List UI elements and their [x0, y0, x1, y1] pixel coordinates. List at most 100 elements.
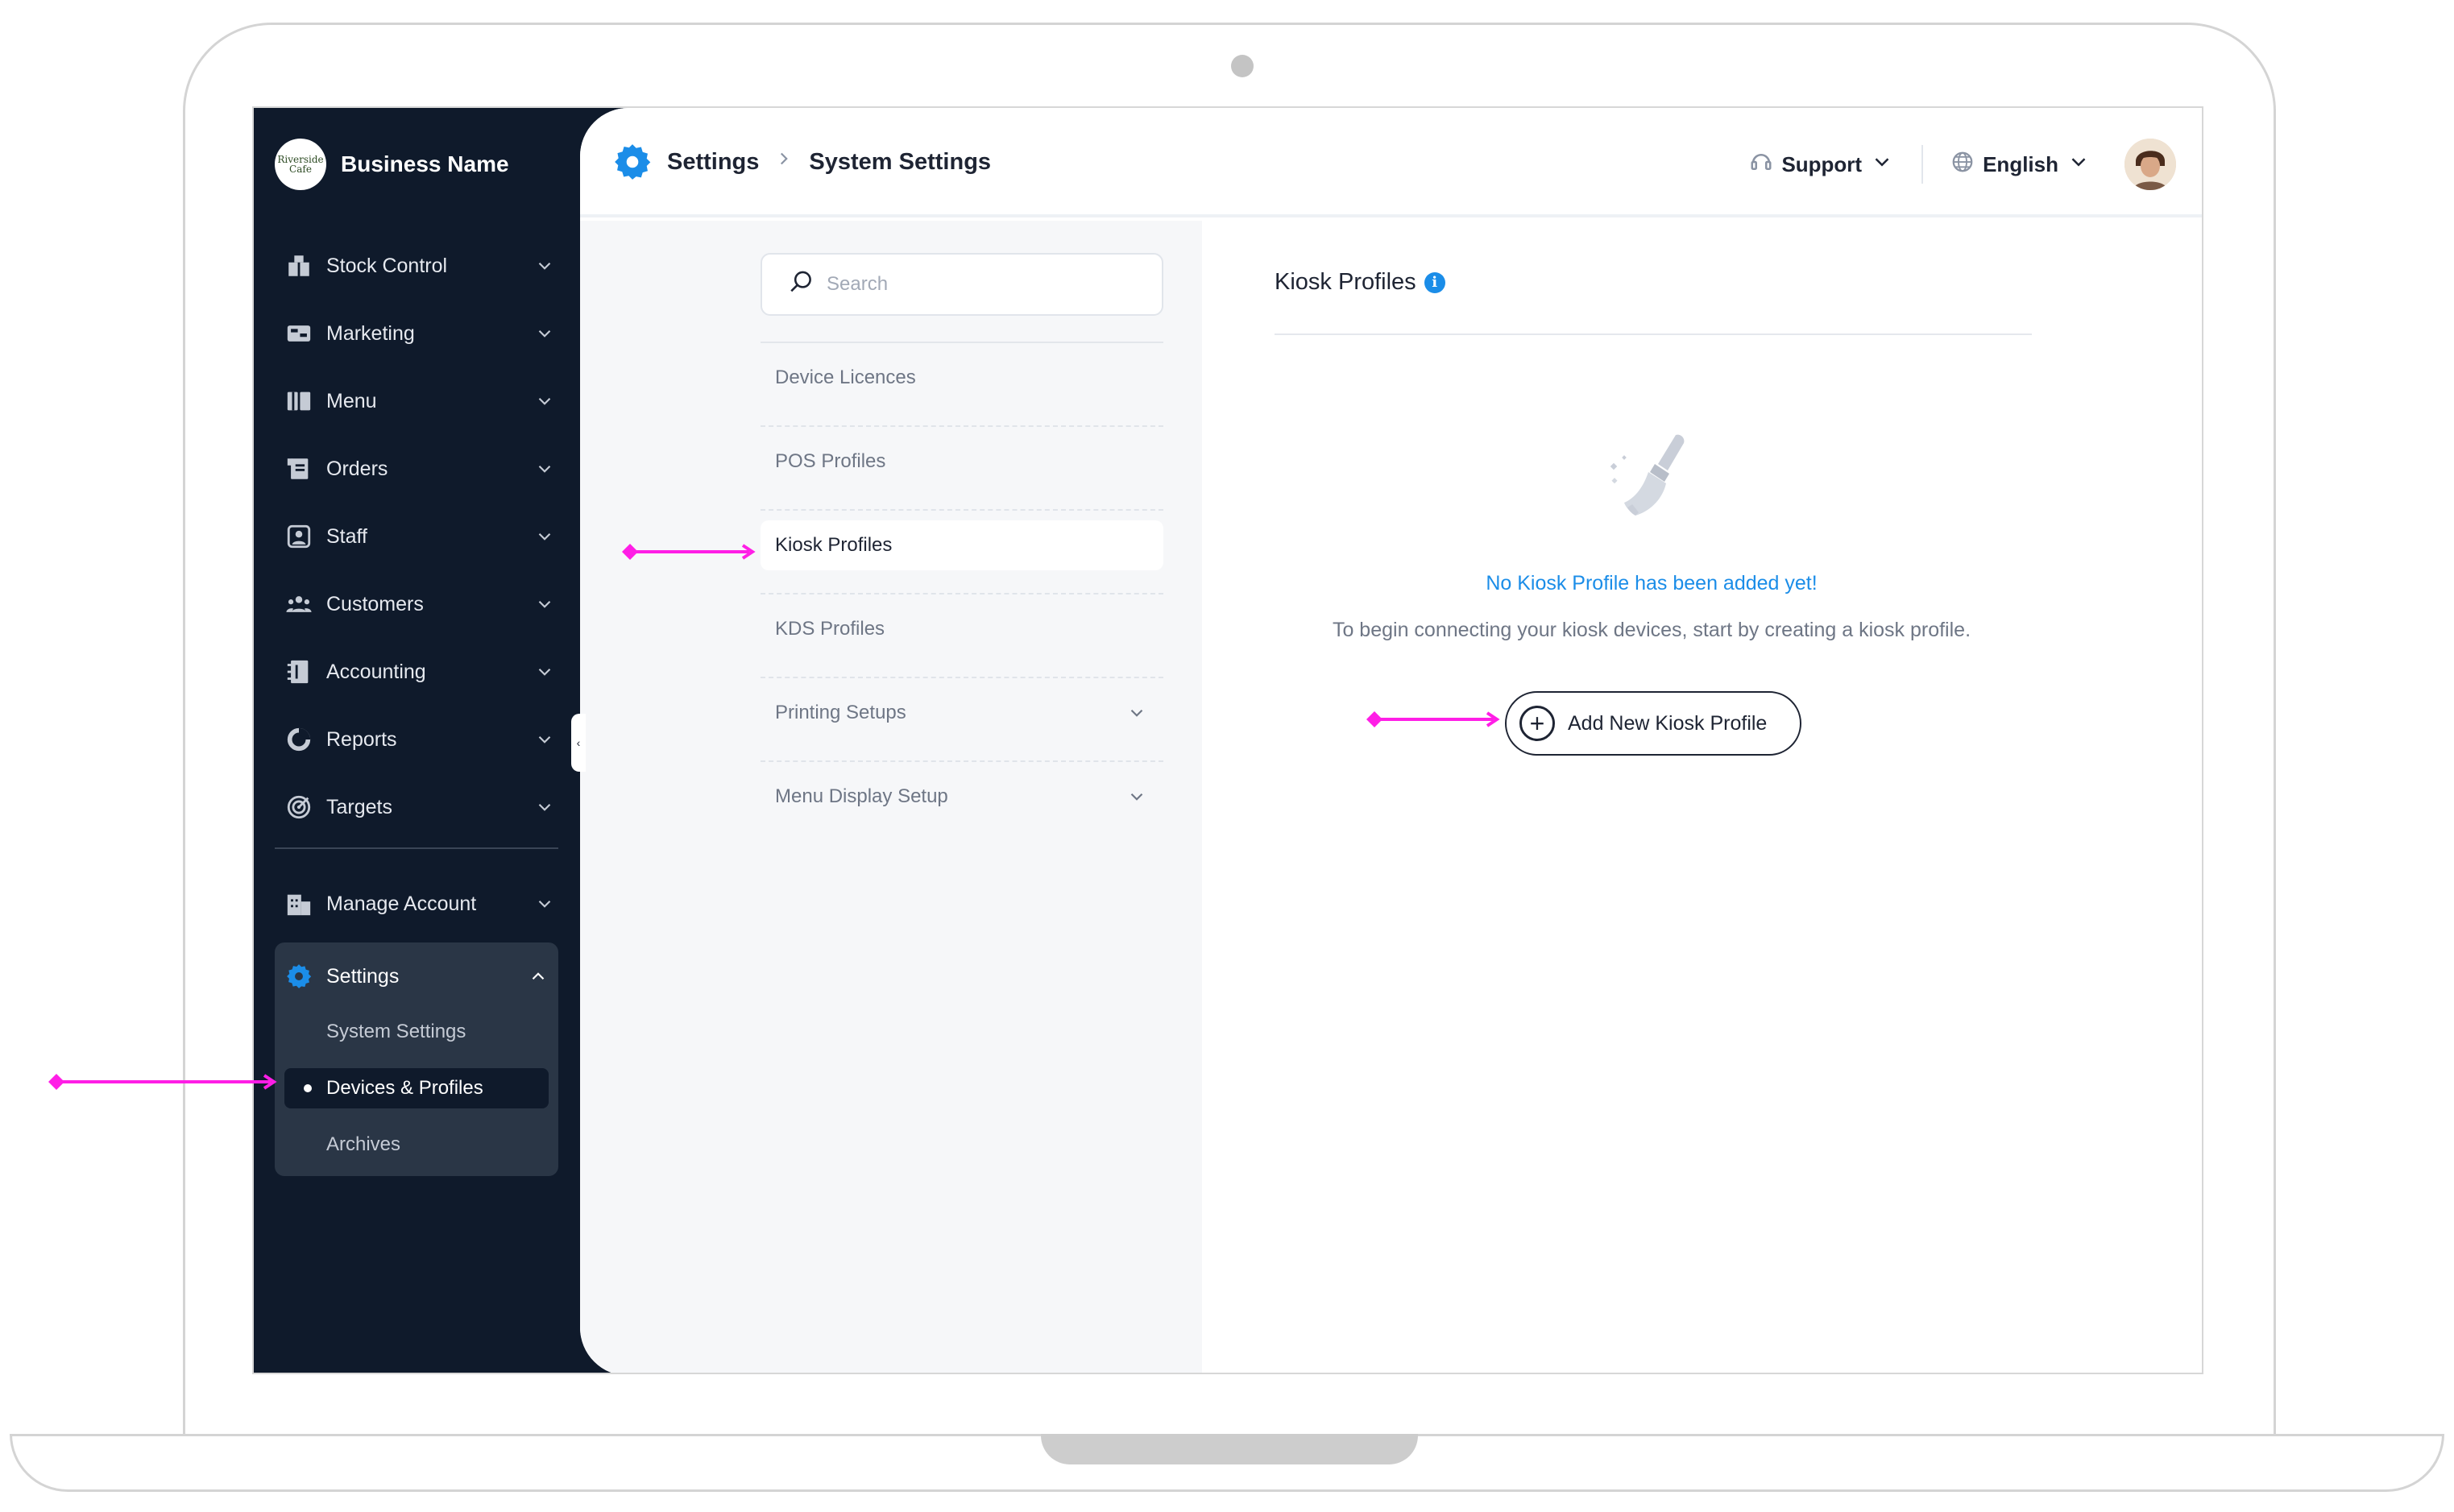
menu-item-menu-display-setup[interactable]: Menu Display Setup	[761, 772, 1163, 822]
chevron-up-icon	[528, 966, 549, 987]
breadcrumb-system-settings[interactable]: System Settings	[809, 149, 991, 176]
search-icon	[788, 268, 815, 301]
empty-state-title: No Kiosk Profile has been added yet!	[1486, 572, 1818, 594]
sidebar-item-label: Staff	[326, 524, 367, 548]
chevron-down-icon	[534, 893, 555, 914]
sidebar-item-menu[interactable]: Menu	[284, 367, 555, 435]
headset-icon	[1749, 150, 1773, 180]
sidebar-item-label: Menu	[326, 389, 377, 412]
sidebar-divider	[275, 847, 558, 849]
chevron-down-icon	[534, 661, 555, 682]
brand-logo-text: Riverside Cafe	[277, 154, 324, 175]
active-bullet	[304, 1084, 312, 1092]
orders-icon	[284, 454, 313, 483]
menu-item-label: Menu Display Setup	[775, 785, 948, 807]
sidebar-item-customers[interactable]: Customers	[284, 570, 555, 638]
chevron-down-icon	[1126, 786, 1147, 807]
menu-item-kds-profiles[interactable]: KDS Profiles	[761, 604, 1163, 654]
sidebar-item-stock-control[interactable]: Stock Control	[284, 232, 555, 300]
laptop-camera	[1231, 55, 1254, 77]
plus-circle-icon: +	[1519, 706, 1555, 741]
annotation-arrow-kiosk-profiles	[620, 542, 759, 561]
brand-logo: Riverside Cafe	[275, 139, 326, 190]
globe-icon	[1950, 150, 1975, 180]
sidebar-subitem-label: Devices & Profiles	[326, 1077, 483, 1099]
sidebar-item-targets[interactable]: Targets	[284, 773, 555, 841]
chevron-down-icon	[534, 323, 555, 344]
chevron-right-icon	[773, 148, 794, 176]
sidebar-nav-account: Manage Account	[284, 870, 555, 938]
menu-divider	[761, 677, 1163, 678]
language-selector[interactable]: English	[1950, 150, 2091, 180]
menu-item-label: Printing Setups	[775, 702, 906, 723]
menu-divider	[761, 509, 1163, 511]
search-input[interactable]: Search	[761, 253, 1163, 316]
sidebar: Riverside Cafe Business Name Stock Contr…	[254, 108, 584, 1373]
staff-icon	[284, 522, 313, 551]
support-label: Support	[1781, 151, 1863, 176]
broom-icon	[1605, 432, 1702, 520]
stock-control-icon	[284, 251, 313, 280]
sidebar-item-settings[interactable]: Settings	[284, 952, 549, 1000]
add-new-kiosk-profile-button[interactable]: + Add New Kiosk Profile	[1505, 691, 1801, 756]
breadcrumb-settings[interactable]: Settings	[667, 149, 759, 176]
accounting-icon	[284, 657, 313, 686]
content-area: Kiosk Profiles i No Kiosk Profile has be…	[1202, 221, 2202, 1373]
menu-item-pos-profiles[interactable]: POS Profiles	[761, 437, 1163, 487]
menu-item-kiosk-profiles[interactable]: Kiosk Profiles	[761, 520, 1163, 570]
sidebar-item-label: Customers	[326, 592, 424, 615]
chevron-down-icon	[534, 797, 555, 818]
building-icon	[284, 889, 313, 918]
customers-icon	[284, 590, 313, 619]
page-title: Kiosk Profiles i	[1275, 269, 1445, 296]
app-screen: Riverside Cafe Business Name Stock Contr…	[252, 106, 2203, 1374]
settings-menu-panel: Search Device Licences POS Profiles Kios…	[580, 221, 1202, 1373]
menu-divider	[761, 593, 1163, 594]
business-name: Business Name	[341, 151, 509, 176]
menu-item-printing-setups[interactable]: Printing Setups	[761, 688, 1163, 738]
reports-icon	[284, 725, 313, 754]
menu-divider	[761, 760, 1163, 762]
sidebar-item-label: Reports	[326, 727, 397, 751]
chevron-down-icon	[2066, 150, 2091, 180]
chevron-down-icon	[534, 458, 555, 479]
topbar-divider	[1921, 145, 1924, 184]
menu-book-icon	[284, 387, 313, 416]
chevron-down-icon	[1126, 702, 1147, 723]
sidebar-item-marketing[interactable]: Marketing	[284, 300, 555, 367]
sidebar-item-orders[interactable]: Orders	[284, 435, 555, 503]
gear-icon	[284, 962, 313, 991]
support-button[interactable]: Support	[1749, 150, 1894, 180]
info-icon[interactable]: i	[1424, 271, 1445, 293]
user-avatar[interactable]	[2124, 139, 2176, 190]
topbar-actions: Support English	[1749, 139, 2176, 190]
add-button-label: Add New Kiosk Profile	[1568, 711, 1768, 735]
sidebar-item-label: Orders	[326, 457, 388, 480]
sidebar-subitem-archives[interactable]: Archives	[284, 1125, 549, 1165]
sidebar-collapse-toggle[interactable]: ‹	[571, 714, 586, 772]
sidebar-item-manage-account[interactable]: Manage Account	[284, 870, 555, 938]
sidebar-item-accounting[interactable]: Accounting	[284, 638, 555, 706]
settings-group: Settings System Settings Devices & Profi…	[275, 942, 558, 1176]
breadcrumb: Settings System Settings	[612, 142, 991, 182]
chevron-down-icon	[1870, 150, 1894, 180]
page-title-text: Kiosk Profiles	[1275, 269, 1416, 295]
sidebar-subitem-devices-profiles[interactable]: Devices & Profiles	[284, 1068, 549, 1108]
laptop-notch	[1041, 1434, 1418, 1464]
empty-state-description: To begin connecting your kiosk devices, …	[1332, 619, 1971, 641]
brand[interactable]: Riverside Cafe Business Name	[275, 139, 509, 190]
gear-icon	[612, 142, 653, 182]
search-placeholder: Search	[827, 273, 889, 295]
sidebar-item-label: Marketing	[326, 321, 415, 345]
sidebar-item-reports[interactable]: Reports	[284, 706, 555, 773]
chevron-down-icon	[534, 594, 555, 615]
menu-divider	[761, 342, 1163, 343]
sidebar-item-staff[interactable]: Staff	[284, 503, 555, 570]
menu-divider	[761, 425, 1163, 427]
menu-item-device-licences[interactable]: Device Licences	[761, 353, 1163, 403]
language-label: English	[1983, 151, 2058, 176]
sidebar-subitem-system-settings[interactable]: System Settings	[284, 1012, 549, 1052]
sidebar-item-label: Targets	[326, 795, 392, 818]
marketing-icon	[284, 319, 313, 348]
topbar: Settings System Settings Support English	[580, 108, 2202, 217]
